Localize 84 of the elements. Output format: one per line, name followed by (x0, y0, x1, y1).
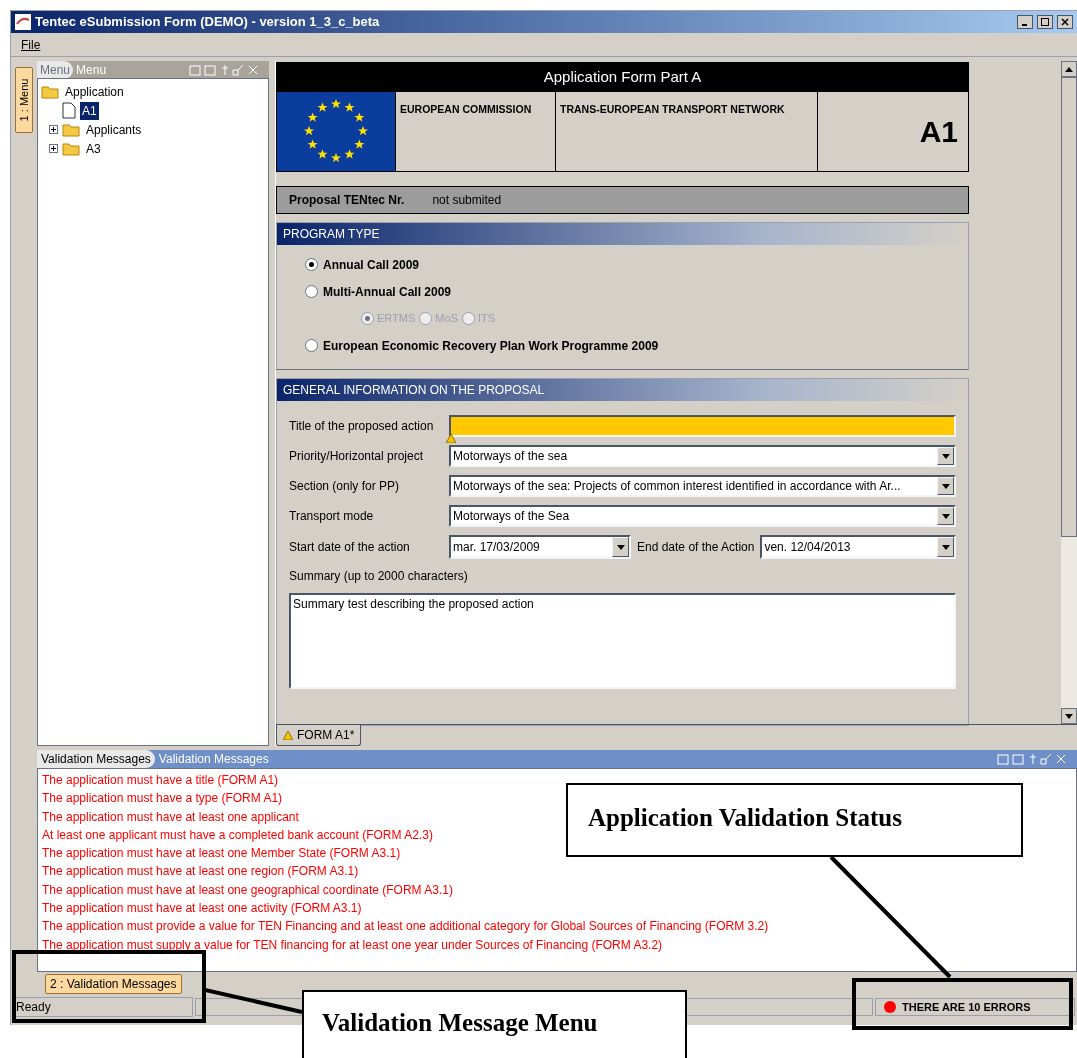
dropdown-field[interactable]: Motorways of the Sea (449, 505, 956, 527)
callout-text: Validation Message Menu (322, 1009, 598, 1036)
radio-button[interactable] (361, 312, 374, 325)
radio-label: ERTMS (377, 311, 416, 327)
folder-icon (41, 84, 59, 99)
proposal-value: not submited (432, 192, 502, 209)
radio-button[interactable] (305, 285, 318, 298)
field-label: Summary (up to 2000 characters) (289, 568, 469, 585)
dropdown-button[interactable] (937, 477, 954, 495)
text-field[interactable] (449, 415, 956, 437)
caret-icon (941, 453, 950, 459)
warning-icon (446, 434, 456, 443)
date-field[interactable]: mar. 17/03/2009 (449, 535, 631, 559)
minimize-button[interactable] (1017, 15, 1033, 29)
caret-icon (941, 483, 950, 489)
tree-item[interactable]: Application (63, 82, 126, 101)
validation-message: At least one applicant must have a completed bank account (FORM A2.3) (42, 826, 433, 844)
error-count: THERE ARE 10 ERRORS (902, 999, 1031, 1015)
summary-field[interactable]: Summary test describing the proposed action (289, 593, 956, 689)
radio-button[interactable] (305, 339, 318, 352)
bottom-tab[interactable]: 2 : Validation Messages (45, 974, 182, 994)
dropdown-field[interactable]: Motorways of the sea (449, 445, 956, 467)
folder-icon (62, 141, 80, 156)
folder-icon (62, 122, 80, 137)
header-label: TRANS-EUROPEAN TRANSPORT NETWORK (560, 103, 785, 115)
radio-label: Multi-Annual Call 2009 (323, 283, 452, 301)
scrollbar[interactable] (1061, 61, 1077, 724)
caret-icon (941, 513, 950, 519)
flag-icon (277, 92, 395, 171)
form-code: A1 (919, 114, 958, 150)
radio-label: MoS (435, 311, 458, 327)
expand-toggle[interactable] (49, 125, 58, 134)
side-tab[interactable]: 1 : Menu (15, 67, 33, 133)
form-tab[interactable]: FORM A1* (276, 725, 362, 746)
warning-icon (283, 730, 293, 740)
form-title: Application Form Part A (277, 63, 968, 92)
caret-icon (616, 544, 625, 550)
tree-item[interactable]: A1 (80, 101, 99, 120)
app-icon (15, 14, 31, 30)
dropdown-button[interactable] (612, 537, 629, 557)
proposal-label: Proposal TENtec Nr. (289, 192, 405, 209)
down-arrow-icon[interactable] (1065, 713, 1073, 719)
validation-message: The application must have a type (FORM A1) (42, 790, 283, 808)
maximize-icon (1041, 18, 1049, 26)
dropdown-field[interactable]: Motorways of the sea: Projects of common interest identified in accordance with Ar... (449, 475, 956, 497)
tree-item[interactable]: Applicants (84, 120, 144, 139)
validation-message: The application must have at least one Member State (FORM A3.1) (42, 845, 401, 863)
panel-tab[interactable]: Menu (37, 60, 74, 79)
header-label: EUROPEAN COMMISSION (400, 103, 532, 115)
field-label: Transport mode (289, 508, 375, 525)
menu-item[interactable]: File (21, 35, 41, 54)
validation-message: The application must have at least one region (FORM A3.1) (42, 863, 359, 881)
expand-toggle[interactable] (49, 144, 58, 153)
caret-icon (941, 544, 950, 550)
field-label: Start date of the action (289, 539, 411, 556)
document-icon (62, 102, 76, 119)
field-label: End date of the Action (636, 539, 756, 556)
maximize-button[interactable] (1037, 15, 1053, 29)
validation-message: The application must provide a value for TEN Financing and at least one additional category for Global Sources of Financing (FORM 3.2) (42, 918, 769, 936)
radio-button[interactable] (419, 312, 433, 325)
date-field[interactable]: ven. 12/04/2013 (760, 535, 956, 559)
radio-label: Annual Call 2009 (323, 256, 420, 274)
close-button[interactable] (1057, 15, 1073, 29)
up-arrow-icon[interactable] (1065, 66, 1073, 72)
validation-message: The application must have at least one applicant (42, 808, 299, 826)
radio-button[interactable] (461, 312, 475, 325)
validation-message: The application must have at least one geographical coordinate (FORM A3.1) (42, 881, 453, 899)
dropdown-button[interactable] (937, 537, 954, 557)
close-icon (1061, 18, 1069, 26)
dropdown-button[interactable] (937, 447, 954, 465)
callout-text: Application Validation Status (588, 804, 902, 831)
field-label: Priority/Horizontal project (289, 448, 425, 465)
field-label: Section (only for PP) (289, 478, 401, 495)
window-title: Tentec eSubmission Form (DEMO) - version 1_3_c_beta (35, 13, 381, 32)
status-text: Ready (13, 997, 193, 1017)
field-label: Title of the proposed action (289, 418, 435, 435)
radio-button[interactable] (305, 258, 318, 271)
tree-item[interactable]: A3 (84, 139, 103, 158)
radio-label: European Economic Recovery Plan Work Programme 2009 (323, 337, 659, 355)
radio-label: ITS (477, 311, 496, 327)
dropdown-button[interactable] (937, 507, 954, 525)
panel-tab[interactable]: Validation Messages (37, 750, 155, 768)
validation-message: The application must have at least one activity (FORM A3.1) (42, 900, 362, 918)
validation-message: The application must have a title (FORM A1) (42, 772, 279, 789)
